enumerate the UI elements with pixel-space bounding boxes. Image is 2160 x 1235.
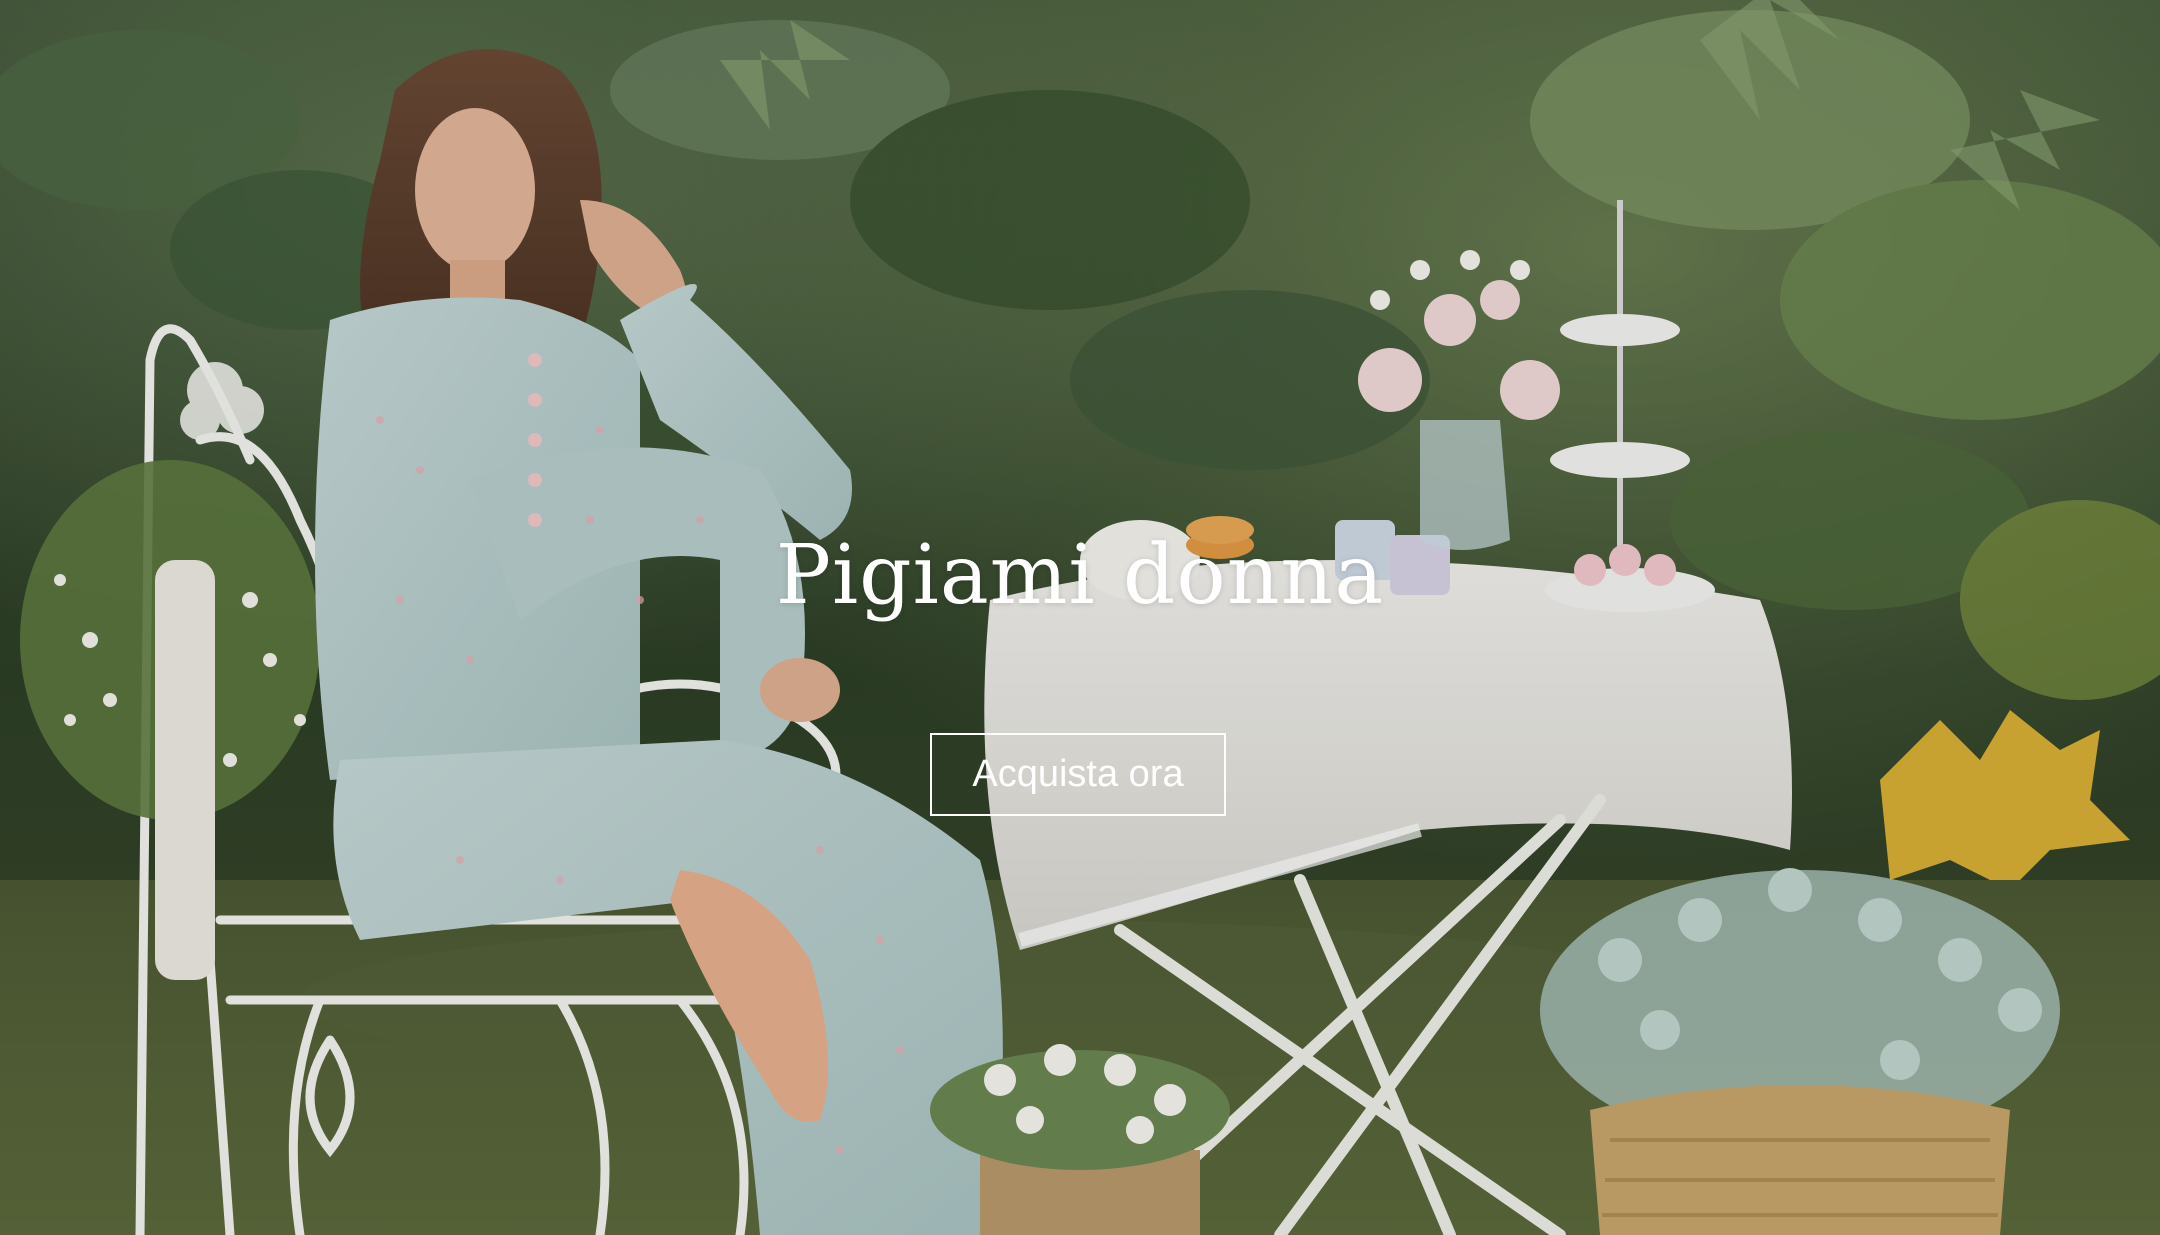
hero-image xyxy=(0,0,2160,1235)
hero-banner: Pigiami donna Acquista ora xyxy=(0,0,2160,1235)
shop-now-button[interactable]: Acquista ora xyxy=(930,733,1226,816)
